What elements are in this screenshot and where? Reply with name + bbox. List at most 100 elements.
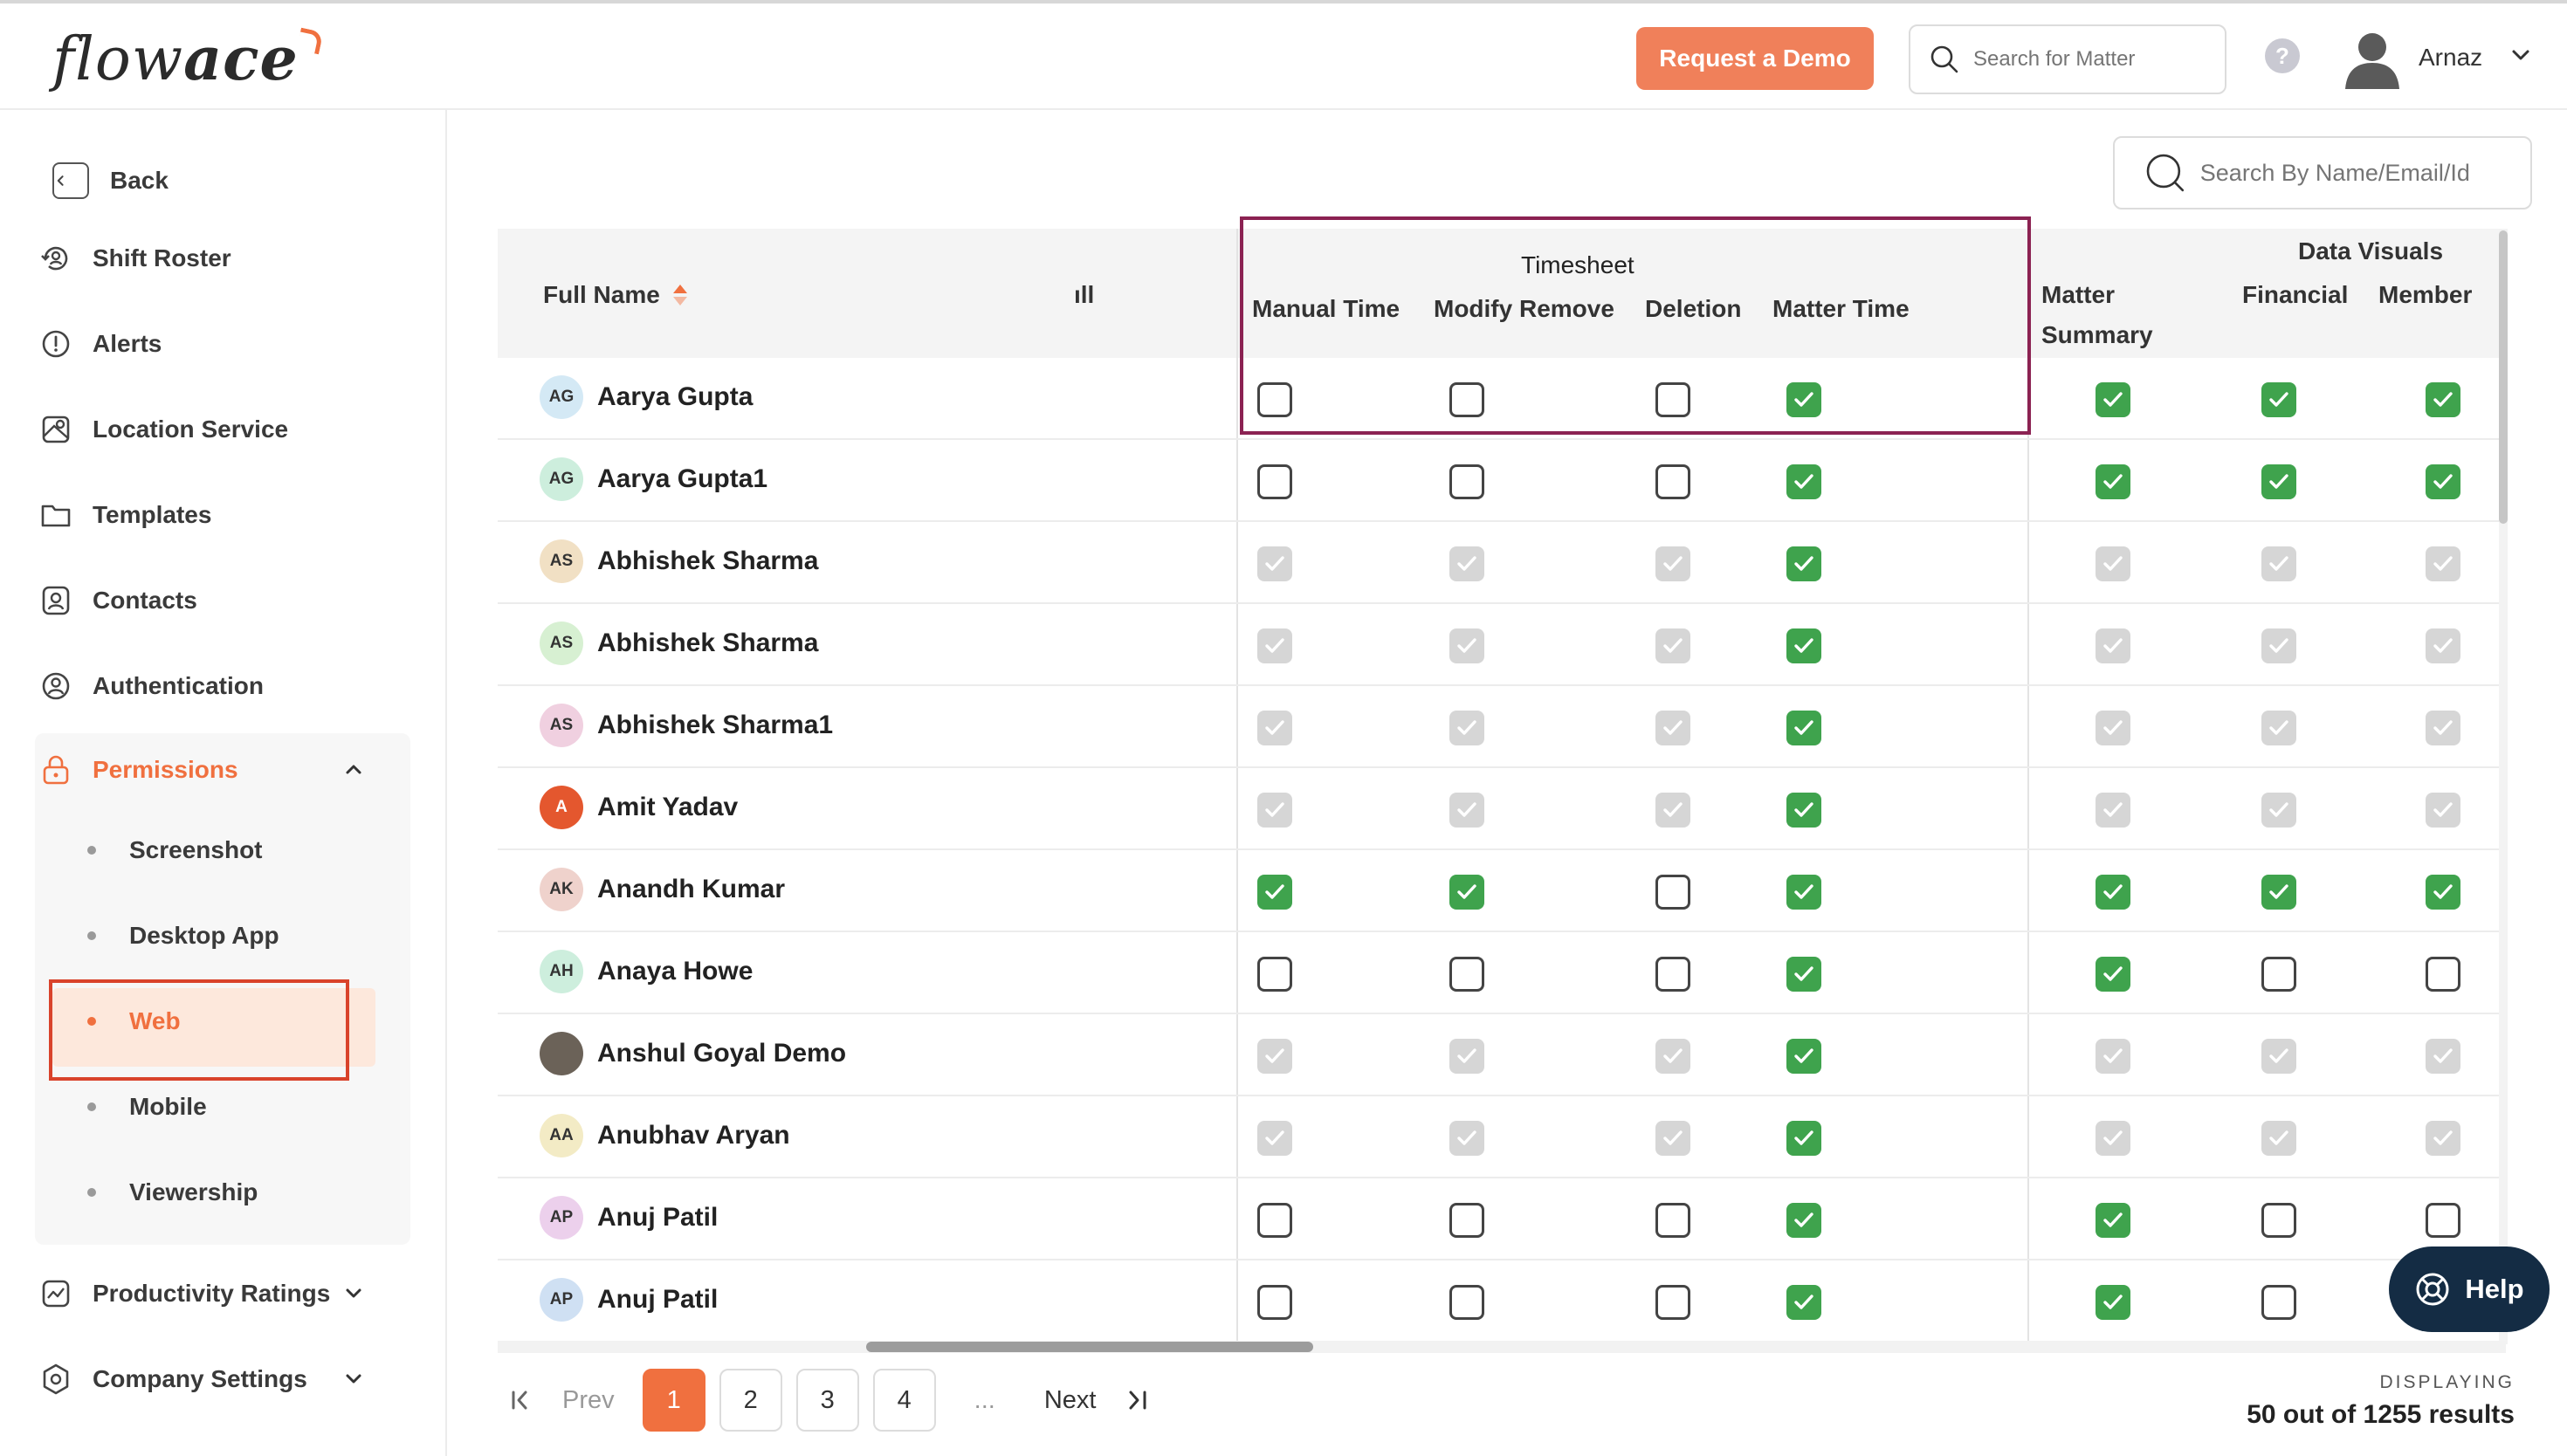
modify-remove-checkbox[interactable]: [1449, 1285, 1484, 1320]
matter-time-header: Matter Time: [1772, 295, 1910, 322]
help-button[interactable]: Help: [2389, 1247, 2550, 1332]
matter-time-checkbox[interactable]: [1786, 1203, 1821, 1238]
matter-summary-checkbox[interactable]: [2096, 1203, 2130, 1238]
financial-checkbox[interactable]: [2261, 1285, 2296, 1320]
deletion-checkbox[interactable]: [1655, 1285, 1690, 1320]
matter-summary-checkbox: [2096, 1121, 2130, 1156]
member-checkbox[interactable]: [2426, 957, 2460, 992]
sidebar-item-contacts[interactable]: Contacts: [38, 583, 197, 618]
sidebar-item-templates[interactable]: Templates: [38, 498, 211, 532]
permissions-sub-mobile[interactable]: Mobile: [87, 1093, 207, 1121]
sidebar-item-permissions[interactable]: Permissions: [38, 752, 238, 787]
matter-time-checkbox[interactable]: [1786, 957, 1821, 992]
deletion-checkbox[interactable]: [1655, 957, 1690, 992]
sidebar-item-company-settings[interactable]: Company Settings: [38, 1362, 307, 1397]
member-header: Member: [2378, 281, 2473, 308]
help-question-icon[interactable]: ?: [2265, 38, 2300, 73]
page-3-button[interactable]: 3: [795, 1369, 859, 1432]
sort-icon[interactable]: [672, 283, 688, 307]
name-search-input[interactable]: [2199, 159, 2530, 187]
deletion-checkbox: [1655, 711, 1690, 745]
back-button[interactable]: Back: [52, 162, 169, 199]
check-icon: [2433, 720, 2453, 735]
matter-time-checkbox[interactable]: [1786, 382, 1821, 417]
matter-summary-checkbox[interactable]: [2096, 875, 2130, 910]
modify-remove-checkbox[interactable]: [1449, 382, 1484, 417]
first-page-icon[interactable]: [506, 1385, 536, 1415]
prev-button[interactable]: Prev: [562, 1386, 615, 1415]
permissions-sub-viewership[interactable]: Viewership: [87, 1178, 258, 1206]
member-checkbox[interactable]: [2426, 1203, 2460, 1238]
sidebar-item-authentication[interactable]: Authentication: [38, 669, 264, 704]
matter-time-checkbox[interactable]: [1786, 628, 1821, 663]
member-checkbox[interactable]: [2426, 464, 2460, 499]
permissions-sub-desktop-app[interactable]: Desktop App: [87, 922, 279, 950]
horizontal-scrollbar-thumb[interactable]: [866, 1342, 1313, 1352]
displaying-label: DISPLAYING: [2379, 1372, 2515, 1392]
chevron-down-icon[interactable]: [2506, 40, 2536, 70]
matter-time-checkbox[interactable]: [1786, 1039, 1821, 1074]
manual-time-checkbox[interactable]: [1257, 875, 1292, 910]
last-page-icon[interactable]: [1122, 1385, 1152, 1415]
page-4-button[interactable]: 4: [872, 1369, 936, 1432]
chevron-down-icon[interactable]: [341, 1280, 367, 1306]
member-checkbox[interactable]: [2426, 382, 2460, 417]
financial-checkbox[interactable]: [2261, 957, 2296, 992]
modify-remove-checkbox[interactable]: [1449, 957, 1484, 992]
horizontal-scrollbar-track[interactable]: [498, 1341, 2506, 1353]
financial-checkbox[interactable]: [2261, 382, 2296, 417]
financial-checkbox[interactable]: [2261, 875, 2296, 910]
table-row: A Amit Yadav: [498, 768, 2506, 850]
next-button[interactable]: Next: [1044, 1386, 1097, 1415]
member-checkbox[interactable]: [2426, 875, 2460, 910]
modify-remove-checkbox[interactable]: [1449, 875, 1484, 910]
page-2-button[interactable]: 2: [719, 1369, 782, 1432]
vertical-scrollbar-thumb[interactable]: [2499, 230, 2508, 524]
matter-search-box[interactable]: [1909, 24, 2226, 94]
name-cell: AA Anubhav Aryan: [540, 1114, 790, 1157]
matter-summary-checkbox[interactable]: [2096, 957, 2130, 992]
chevron-up-icon[interactable]: [341, 756, 367, 782]
check-icon: [1457, 638, 1476, 653]
modify-remove-checkbox[interactable]: [1449, 1203, 1484, 1238]
matter-time-checkbox[interactable]: [1786, 546, 1821, 581]
user-name[interactable]: Arnaz: [2419, 44, 2482, 72]
financial-checkbox[interactable]: [2261, 464, 2296, 499]
sidebar-item-shift-roster[interactable]: Shift Roster: [38, 241, 231, 276]
matter-time-checkbox[interactable]: [1786, 711, 1821, 745]
check-icon: [1794, 1212, 1813, 1227]
user-avatar-icon[interactable]: [2340, 26, 2405, 91]
permissions-sub-screenshot[interactable]: Screenshot: [87, 836, 263, 864]
flowace-logo[interactable]: flowace: [52, 24, 324, 94]
matter-summary-checkbox[interactable]: [2096, 464, 2130, 499]
manual-time-checkbox[interactable]: [1257, 1285, 1292, 1320]
matter-time-checkbox[interactable]: [1786, 1121, 1821, 1156]
deletion-checkbox[interactable]: [1655, 464, 1690, 499]
user-full-name: Anaya Howe: [597, 957, 754, 986]
manual-time-checkbox[interactable]: [1257, 464, 1292, 499]
sidebar-item-productivity-ratings[interactable]: Productivity Ratings: [38, 1276, 330, 1311]
matter-time-checkbox[interactable]: [1786, 875, 1821, 910]
deletion-checkbox[interactable]: [1655, 382, 1690, 417]
chevron-down-icon[interactable]: [341, 1365, 367, 1391]
deletion-checkbox[interactable]: [1655, 875, 1690, 910]
matter-search-input[interactable]: [1973, 47, 2218, 72]
full-name-header[interactable]: Full Name: [543, 281, 688, 309]
deletion-checkbox[interactable]: [1655, 1203, 1690, 1238]
manual-time-checkbox[interactable]: [1257, 382, 1292, 417]
manual-time-checkbox[interactable]: [1257, 957, 1292, 992]
sidebar-item-alerts[interactable]: Alerts: [38, 326, 162, 361]
matter-summary-checkbox[interactable]: [2096, 382, 2130, 417]
check-icon: [1457, 556, 1476, 571]
modify-remove-checkbox[interactable]: [1449, 464, 1484, 499]
page-1-button[interactable]: 1: [642, 1369, 705, 1432]
matter-summary-checkbox[interactable]: [2096, 1285, 2130, 1320]
matter-time-checkbox[interactable]: [1786, 793, 1821, 828]
matter-time-checkbox[interactable]: [1786, 1285, 1821, 1320]
request-demo-button[interactable]: Request a Demo: [1636, 27, 1874, 90]
manual-time-checkbox[interactable]: [1257, 1203, 1292, 1238]
matter-time-checkbox[interactable]: [1786, 464, 1821, 499]
name-search-box[interactable]: [2113, 136, 2532, 209]
sidebar-item-location-service[interactable]: Location Service: [38, 412, 288, 447]
financial-checkbox[interactable]: [2261, 1203, 2296, 1238]
